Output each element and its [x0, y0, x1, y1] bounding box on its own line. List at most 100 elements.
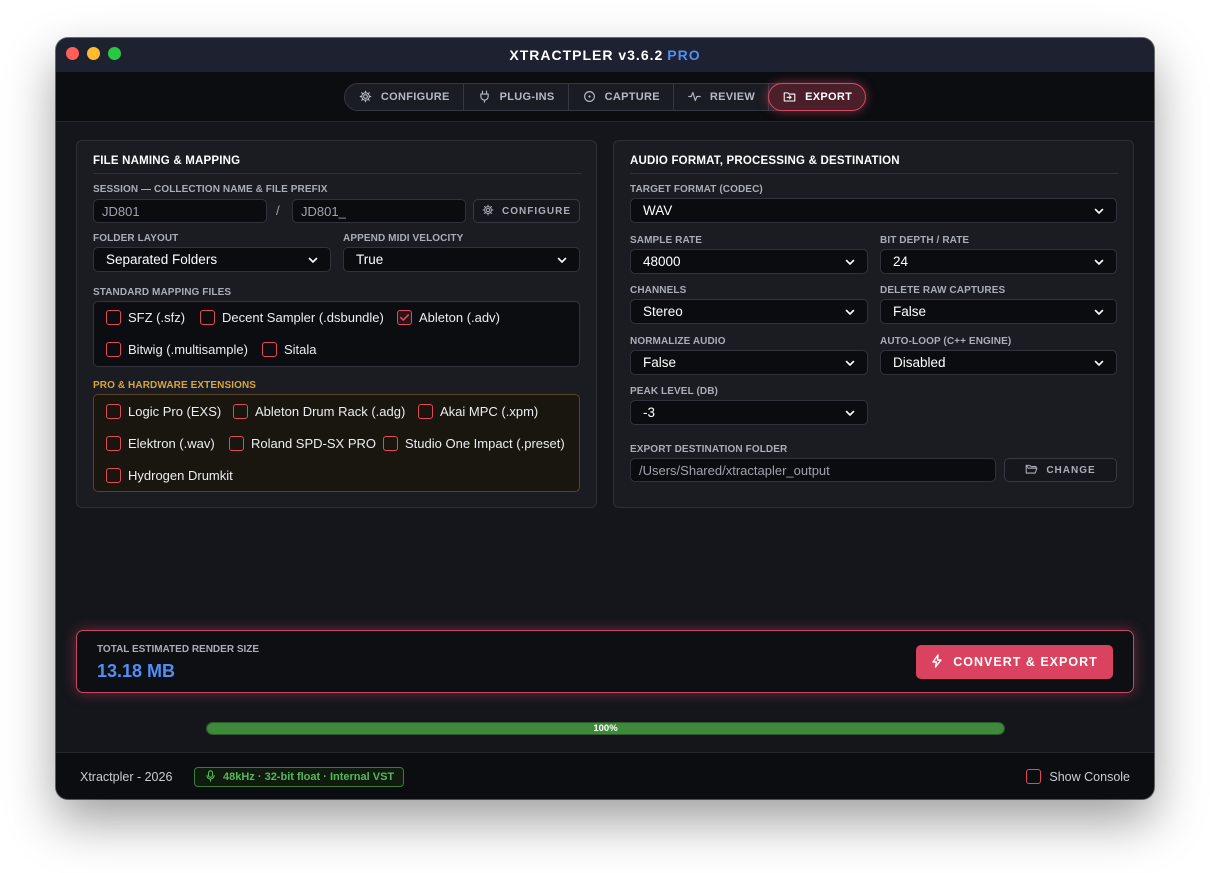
select-value: False [893, 304, 927, 319]
checkbox-bitwig[interactable]: Bitwig (.multisample) [106, 342, 248, 357]
checkbox-label: Ableton Drum Rack (.adg) [255, 404, 406, 419]
normalize-select[interactable]: False [630, 350, 868, 375]
tab-export[interactable]: EXPORT [768, 82, 867, 111]
checkbox[interactable] [383, 436, 398, 451]
checkbox-ableton[interactable]: Ableton (.adv) [397, 310, 500, 325]
chevron-down-icon [845, 358, 855, 368]
select-value: Stereo [643, 304, 683, 319]
progress-text: 100% [593, 723, 618, 734]
chevron-down-icon [845, 307, 855, 317]
app-copyright: Xtractpler - 2026 [80, 770, 173, 784]
change-label: CHANGE [1046, 464, 1096, 476]
tab-capture[interactable]: CAPTURE [569, 83, 674, 110]
checkbox-label: Sitala [284, 342, 317, 357]
channels-select[interactable]: Stereo [630, 299, 868, 324]
checkbox-roland-spd-sx[interactable]: Roland SPD-SX PRO [229, 436, 376, 451]
show-console-toggle[interactable]: Show Console [1026, 769, 1130, 784]
convert-export-label: CONVERT & EXPORT [953, 655, 1098, 669]
checkbox-ableton-drum-rack[interactable]: Ableton Drum Rack (.adg) [233, 404, 405, 419]
checkbox-decent-sampler[interactable]: Decent Sampler (.dsbundle) [200, 310, 384, 325]
checkbox[interactable] [106, 404, 121, 419]
checkbox[interactable] [262, 342, 277, 357]
checkbox[interactable] [229, 436, 244, 451]
tab-review[interactable]: REVIEW [674, 83, 770, 110]
delete-raw-select[interactable]: False [880, 299, 1117, 324]
sample-rate-label: SAMPLE RATE [630, 235, 703, 246]
zoom-window-button[interactable] [108, 47, 121, 60]
window-controls [66, 47, 121, 60]
audio-status-text: 48kHz · 32-bit float · Internal VST [223, 771, 395, 783]
checkbox[interactable] [106, 342, 121, 357]
chevron-down-icon [845, 408, 855, 418]
checkbox[interactable] [233, 404, 248, 419]
peak-level-select[interactable]: -3 [630, 400, 868, 425]
file-prefix-input[interactable]: JD801_ [292, 199, 466, 223]
checkbox-elektron[interactable]: Elektron (.wav) [106, 436, 215, 451]
configure-button[interactable]: CONFIGURE [473, 199, 580, 223]
divider [630, 173, 1118, 174]
render-size-value: 13.18 MB [97, 661, 176, 681]
tab-configure[interactable]: CONFIGURE [345, 83, 464, 110]
export-progress-bar: 100% [206, 722, 1005, 735]
checkbox[interactable] [106, 310, 121, 325]
checkbox[interactable] [1026, 769, 1042, 784]
bit-depth-select[interactable]: 24 [880, 249, 1117, 274]
checkbox-studio-one-impact[interactable]: Studio One Impact (.preset) [383, 436, 565, 451]
checkbox-checked[interactable] [397, 310, 412, 325]
tab-label: CONFIGURE [380, 90, 450, 103]
tab-bar: CONFIGURE PLUG-INS CAPTURE REVIEW EXPORT [56, 72, 1154, 122]
checkbox-akai-mpc[interactable]: Akai MPC (.xpm) [418, 404, 538, 419]
tab-group: CONFIGURE PLUG-INS CAPTURE REVIEW EXPORT [343, 82, 867, 111]
checkbox[interactable] [418, 404, 433, 419]
panel-title: FILE NAMING & MAPPING [93, 155, 241, 167]
target-format-select[interactable]: WAV [630, 198, 1117, 223]
destination-label: EXPORT DESTINATION FOLDER [630, 444, 788, 455]
tab-label: REVIEW [709, 90, 756, 103]
chevron-down-icon [1094, 358, 1104, 368]
app-window: XTRACTPLER v3.6.2PRO CONFIGURE PLUG-INS [56, 38, 1154, 799]
export-folder-icon [783, 90, 796, 103]
checkbox-sitala[interactable]: Sitala [262, 342, 317, 357]
checkbox-logic-pro[interactable]: Logic Pro (EXS) [106, 404, 221, 419]
chevron-down-icon [557, 255, 567, 265]
standard-mapping-label: STANDARD MAPPING FILES [93, 287, 232, 298]
checkbox-hydrogen[interactable]: Hydrogen Drumkit [106, 468, 233, 483]
checkbox[interactable] [106, 468, 121, 483]
autoloop-select[interactable]: Disabled [880, 350, 1117, 375]
sample-rate-select[interactable]: 48000 [630, 249, 868, 274]
checkbox-label: Logic Pro (EXS) [128, 404, 222, 419]
prefix-separator: / [276, 203, 280, 218]
append-velocity-select[interactable]: True [343, 247, 580, 272]
file-naming-panel: FILE NAMING & MAPPING SESSION — COLLECTI… [76, 140, 597, 508]
tab-label: EXPORT [805, 90, 853, 103]
show-console-label: Show Console [1049, 769, 1130, 784]
select-value: False [643, 355, 677, 370]
collection-name-input[interactable]: JD801 [93, 199, 267, 223]
folder-layout-select[interactable]: Separated Folders [93, 247, 331, 272]
select-value: 24 [893, 254, 909, 269]
convert-export-button[interactable]: CONVERT & EXPORT [916, 645, 1113, 679]
main-content: FILE NAMING & MAPPING SESSION — COLLECTI… [56, 122, 1154, 752]
target-format-label: TARGET FORMAT (CODEC) [630, 184, 763, 195]
destination-folder-input[interactable]: /Users/Shared/xtractapler_output [630, 458, 996, 482]
checkbox[interactable] [106, 436, 121, 451]
checkbox[interactable] [200, 310, 215, 325]
select-value: 48000 [643, 254, 681, 269]
select-value: Disabled [893, 355, 946, 370]
plug-icon [478, 90, 491, 103]
tab-plug-ins[interactable]: PLUG-INS [464, 83, 569, 110]
change-folder-button[interactable]: CHANGE [1004, 458, 1117, 482]
checkbox-label: Hydrogen Drumkit [128, 468, 233, 483]
tab-label: CAPTURE [604, 90, 660, 103]
checkbox-label: Akai MPC (.xpm) [440, 404, 539, 419]
chevron-down-icon [1094, 307, 1104, 317]
pro-extensions-box: Logic Pro (EXS) Ableton Drum Rack (.adg)… [93, 394, 580, 492]
checkbox-sfz[interactable]: SFZ (.sfz) [106, 310, 185, 325]
folder-open-icon [1025, 463, 1038, 478]
close-window-button[interactable] [66, 47, 79, 60]
minimize-window-button[interactable] [87, 47, 100, 60]
panel-title: AUDIO FORMAT, PROCESSING & DESTINATION [630, 155, 900, 167]
gear-icon [482, 204, 494, 219]
render-size-label: TOTAL ESTIMATED RENDER SIZE [97, 644, 260, 655]
session-label: SESSION — COLLECTION NAME & FILE PREFIX [93, 184, 328, 195]
